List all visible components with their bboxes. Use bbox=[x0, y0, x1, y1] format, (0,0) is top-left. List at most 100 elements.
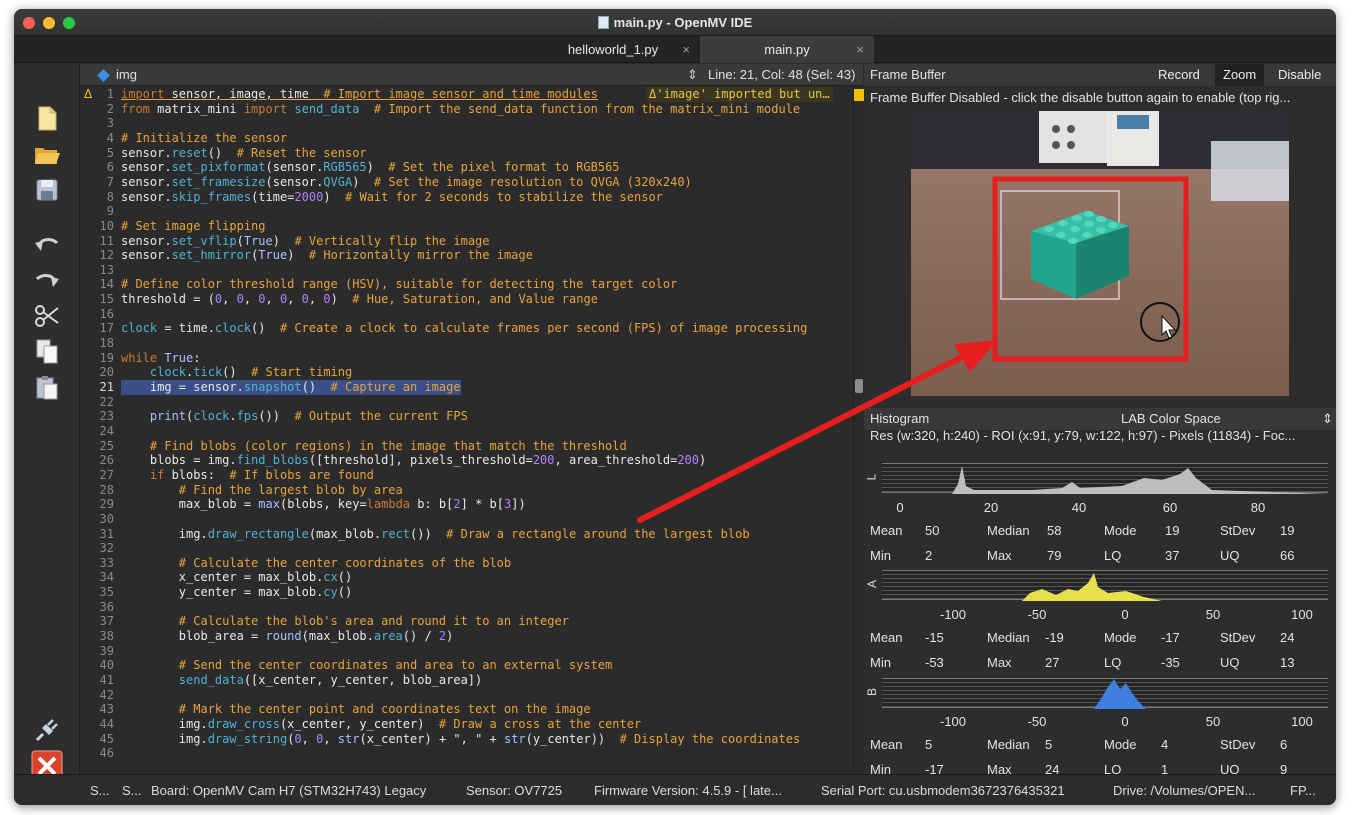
disable-button[interactable]: Disable bbox=[1270, 64, 1329, 86]
code-line[interactable]: 3 bbox=[80, 116, 853, 131]
status-item[interactable]: S... bbox=[90, 783, 110, 798]
redo-icon[interactable] bbox=[33, 265, 61, 293]
line-number: 42 bbox=[99, 687, 114, 702]
code-line[interactable]: 31 img.draw_rectangle(max_blob.rect()) #… bbox=[80, 527, 853, 542]
code-line[interactable]: 24 bbox=[80, 424, 853, 439]
save-icon[interactable] bbox=[33, 176, 61, 204]
line-number: 20 bbox=[99, 365, 114, 380]
code-line[interactable]: 41 send_data([x_center, y_center, blob_a… bbox=[80, 673, 853, 688]
drive-status[interactable]: Drive: /Volumes/OPEN... bbox=[1113, 783, 1255, 798]
serial-port-status[interactable]: Serial Port: cu.usbmodem3672376435321 bbox=[821, 783, 1065, 798]
line-number: 46 bbox=[99, 746, 114, 761]
tab-main[interactable]: main.py × bbox=[700, 36, 874, 63]
copy-icon[interactable] bbox=[33, 337, 61, 365]
code-line[interactable]: 27 if blobs: # If blobs are found bbox=[80, 468, 853, 483]
code-line[interactable]: 4 # Initialize the sensor bbox=[80, 131, 853, 146]
code-line[interactable]: 5 sensor.reset() # Reset the sensor bbox=[80, 146, 853, 161]
code-line[interactable]: 35 y_center = max_blob.cy() bbox=[80, 585, 853, 600]
color-space-select[interactable]: LAB Color Space bbox=[1121, 411, 1221, 426]
code-line[interactable]: 8 sensor.skip_frames(time=2000) # Wait fo… bbox=[80, 190, 853, 205]
code-text: img.draw_rectangle(max_blob.rect()) # Dr… bbox=[121, 526, 750, 541]
fps-status[interactable]: FP... bbox=[1290, 783, 1316, 798]
code-line[interactable]: 20 clock.tick() # Start timing bbox=[80, 365, 853, 380]
code-line[interactable]: 42 bbox=[80, 688, 853, 703]
code-line[interactable]: 36 bbox=[80, 600, 853, 615]
code-line[interactable]: 34 x_center = max_blob.cx() bbox=[80, 570, 853, 585]
code-line[interactable]: 14 # Define color threshold range (HSV), … bbox=[80, 277, 853, 292]
code-line[interactable]: 32 bbox=[80, 541, 853, 556]
code-line[interactable]: 33 # Calculate the center coordinates of… bbox=[80, 556, 853, 571]
code-line[interactable]: 44 img.draw_cross(x_center, y_center) # … bbox=[80, 717, 853, 732]
zoom-button[interactable]: Zoom bbox=[1215, 64, 1265, 86]
code-line[interactable]: 7 sensor.set_framesize(sensor.QVGA) # Set… bbox=[80, 175, 853, 190]
editor-scrollbar[interactable] bbox=[853, 87, 864, 774]
code-text: sensor.set_framesize(sensor.QVGA) # Set … bbox=[121, 174, 692, 189]
record-button[interactable]: Record bbox=[1150, 64, 1208, 86]
code-line[interactable]: 6 sensor.set_pixformat(sensor.RGB565) # S… bbox=[80, 160, 853, 175]
sensor-status[interactable]: Sensor: OV7725 bbox=[466, 783, 562, 798]
warning-icon[interactable]: Δ bbox=[84, 87, 92, 102]
histogram-info: Res (w:320, h:240) - ROI (x:91, y:79, w:… bbox=[870, 428, 1296, 443]
code-text: # Initialize the sensor bbox=[121, 130, 288, 145]
code-line[interactable]: 18 bbox=[80, 336, 853, 351]
code-line[interactable]: 40 # Send the center coordinates and are… bbox=[80, 658, 853, 673]
code-line[interactable]: 29 max_blob = max(blobs, key=lambda b: b… bbox=[80, 497, 853, 512]
code-line[interactable]: 46 bbox=[80, 746, 853, 761]
code-line[interactable]: 26 blobs = img.find_blobs([threshold], p… bbox=[80, 453, 853, 468]
stat-value: 4 bbox=[1161, 737, 1169, 752]
code-line[interactable]: 15 threshold = (0, 0, 0, 0, 0, 0) # Hue, … bbox=[80, 292, 853, 307]
code-line[interactable]: 43 # Mark the center point and coordinat… bbox=[80, 702, 853, 717]
scrollbar-thumb[interactable] bbox=[855, 379, 863, 393]
b-channel-label: B bbox=[865, 687, 880, 697]
line-number: 34 bbox=[99, 570, 114, 585]
undo-icon[interactable] bbox=[33, 229, 61, 257]
stat-label: Max bbox=[987, 655, 1012, 670]
code-line[interactable]: 13 bbox=[80, 263, 853, 278]
code-line[interactable]: 21 img = sensor.snapshot() # Capture an … bbox=[80, 380, 853, 395]
close-tab-icon[interactable]: × bbox=[682, 36, 690, 63]
stat-value: -53 bbox=[925, 655, 944, 670]
open-folder-icon[interactable] bbox=[33, 140, 61, 168]
code-line[interactable]: 45 img.draw_string(0, 0, str(x_center) +… bbox=[80, 732, 853, 747]
tab-helloworld[interactable]: helloworld_1.py × bbox=[526, 36, 700, 63]
code-line[interactable]: 10 # Set image flipping bbox=[80, 219, 853, 234]
code-editor[interactable]: 1 import sensor, image, time # Import ima… bbox=[80, 87, 853, 774]
code-line[interactable]: 28 # Find the largest blob by area bbox=[80, 483, 853, 498]
title-bar: main.py - OpenMV IDE bbox=[14, 9, 1336, 36]
code-line[interactable]: 30 bbox=[80, 512, 853, 527]
b-stats-row-1: Mean 5 Median 5 Mode 4 StDev 6 bbox=[864, 737, 1336, 753]
cut-icon[interactable] bbox=[33, 301, 61, 329]
code-line[interactable]: 39 bbox=[80, 644, 853, 659]
close-tab-icon[interactable]: × bbox=[856, 36, 864, 63]
stat-value: -15 bbox=[925, 630, 944, 645]
new-file-icon[interactable] bbox=[33, 104, 61, 132]
code-line[interactable]: 11 sensor.set_vflip(True) # Vertically fl… bbox=[80, 234, 853, 249]
b-tick: 100 bbox=[1291, 714, 1313, 729]
color-space-dropdown-icon[interactable]: ⇕ bbox=[1322, 411, 1333, 427]
line-number: 41 bbox=[99, 673, 114, 687]
code-line[interactable]: 38 blob_area = round(max_blob.area() / 2… bbox=[80, 629, 853, 644]
code-line[interactable]: 17 clock = time.clock() # Create a clock … bbox=[80, 321, 853, 336]
code-line[interactable]: 22 bbox=[80, 395, 853, 410]
code-line[interactable]: 19 while True: bbox=[80, 351, 853, 366]
status-item[interactable]: S... bbox=[122, 783, 142, 798]
code-line[interactable]: 12 sensor.set_hmirror(True) # Horizontall… bbox=[80, 248, 853, 263]
symbol-selector[interactable]: img bbox=[116, 67, 137, 82]
tab-bar: helloworld_1.py × main.py × bbox=[14, 36, 1336, 63]
firmware-status[interactable]: Firmware Version: 4.5.9 - [ late... bbox=[594, 783, 782, 798]
board-status[interactable]: Board: OpenMV Cam H7 (STM32H743) Legacy bbox=[151, 783, 426, 798]
code-text: blobs = img.find_blobs([threshold], pixe… bbox=[121, 453, 707, 468]
symbol-dropdown-icon[interactable]: ⇕ bbox=[687, 67, 698, 83]
connect-icon[interactable] bbox=[33, 716, 61, 744]
code-line[interactable]: 2 from matrix_mini import send_data # Imp… bbox=[80, 102, 853, 117]
line-number: 27 bbox=[99, 467, 114, 482]
code-line[interactable]: 37 # Calculate the blob's area and round… bbox=[80, 614, 853, 629]
paste-icon[interactable] bbox=[33, 373, 61, 401]
code-line[interactable]: 25 # Find blobs (color regions) in the i… bbox=[80, 439, 853, 454]
code-line[interactable]: 9 bbox=[80, 204, 853, 219]
l-stats-row-2: Min 2 Max 79 LQ 37 UQ 66 bbox=[864, 548, 1336, 564]
code-line[interactable]: 23 print(clock.fps()) # Output the curre… bbox=[80, 409, 853, 424]
code-line[interactable]: 16 bbox=[80, 307, 853, 322]
line-number: 28 bbox=[99, 482, 114, 497]
camera-frame[interactable] bbox=[911, 111, 1289, 396]
